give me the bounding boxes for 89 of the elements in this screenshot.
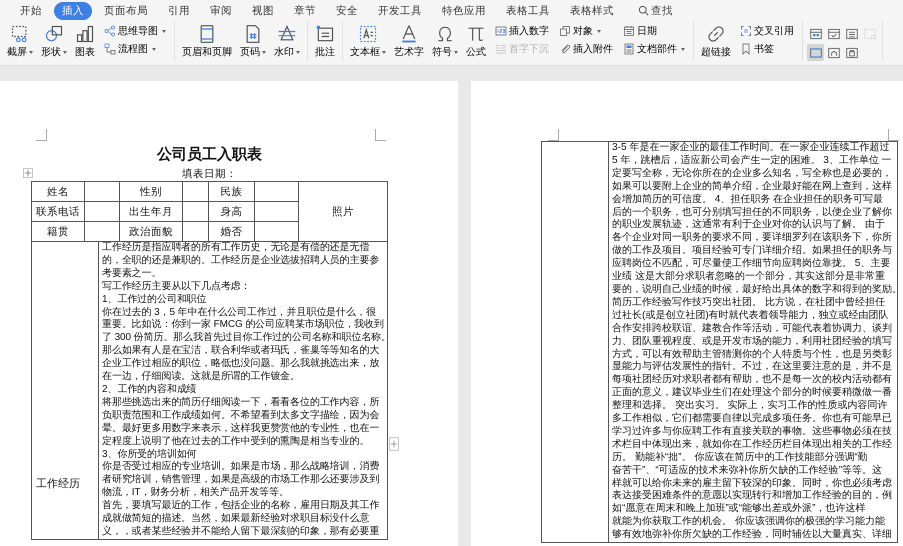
ribbon-button[interactable]: 文本框 <box>347 23 389 60</box>
date-label: 填表日期： <box>181 167 238 181</box>
ribbon-tab[interactable]: 特色应用 <box>434 2 494 20</box>
comment-icon <box>315 24 335 44</box>
experience-text: 工作经历是指应聘者的所有工作历史，无论是有偿的还是无偿 的，全职的还是兼职的。工作经历是企业选拔招聘人员的主要参 考要素之一。 写工作经历主要从以下几点考虑： 1、工作过的公司和职位 你在过去的 3，5 年中在什么公司工作过，并且职位是什么，很 重要。比如说：你到一家 FMCG 的公司应聘某市场职位，我收到 了 300 份简历。那么我首先过目你工作过的公司名称和职位名称。 那么如果有人是在宝洁，联合利华或者玛氏，雀巢等等知名的大 企业工作过相应的职位，略低也没问题。那么我就挑选出来，放 在一边，仔细阅读。这就是所谓的工作镀金。 2、工作的内容和成绩 将那些挑选出来的简历仔细阅读一下，看看各位的工作内容，所 负职责范围和工作成绩如何。不希望看到太多文字描绘，因为会 晕。最好更多用数字来表示，这样我更赞赏他的专业性，也在一 定程度上说明了他在过去的工作中受到的熏陶是相当专业的。 3、你所受的培训如何 你是否受过相应的专业培训。如果是市场，那么战略培训，消费 者研究培训，销售管理，如果是高级的市场工作那么还要涉及到 物流，IT，财务分析，相关产品开发等等。 首先，要填写最近的工作，包括企业的名称，雇用日期及其工作 成就做简短的描述。当然，如果最新经验对求职目标没什么意 义，，或者某些经验并不能给人留下最深刻的印象，那有必要重 <box>98 242 388 540</box>
ribbon-button[interactable]: 截屏 <box>4 23 36 60</box>
ribbon-tab[interactable]: 安全 <box>328 2 366 20</box>
ribbon-tab[interactable]: 章节 <box>286 2 324 20</box>
caret-icon <box>296 50 300 54</box>
layout-icon <box>844 46 858 60</box>
move-handle-icon[interactable] <box>23 168 33 178</box>
caret-icon <box>382 50 386 54</box>
number-icon <box>495 25 507 37</box>
text-box-icon <box>358 24 378 44</box>
ribbon-button[interactable]: 艺术字 <box>391 23 427 60</box>
ribbon-tab[interactable]: 视图 <box>244 2 282 20</box>
bookmark-icon <box>740 43 752 55</box>
ribbon-button[interactable]: 公式 <box>463 23 489 60</box>
ribbon-button[interactable]: 页码 <box>237 23 269 60</box>
calendar-icon <box>623 25 635 37</box>
bracket-icon <box>740 25 752 37</box>
ribbon-button[interactable]: 插入数字 <box>493 23 551 39</box>
search-icon <box>638 5 649 16</box>
caret-icon <box>63 50 67 54</box>
table-cell: 民族 <box>208 182 254 202</box>
layout-icon <box>808 26 822 40</box>
ribbon-button[interactable]: 日期 <box>621 23 687 39</box>
ribbon-button[interactable]: 交叉引用 <box>738 23 796 39</box>
layout-button[interactable] <box>807 44 824 61</box>
mind-map-icon <box>104 25 116 37</box>
shapes-icon <box>44 24 64 44</box>
experience-text: 3-5 年是在一家企业的最佳工作时间。在一家企业连续工作超过 5 年，跳槽后，适应新公司会产生一定的困难。 3、工作单位 一 定要写全称，无论你所在的企业多么知名，写全称也是必要的， 如果可以要附上企业的简单介绍，企业最好能在网上查到，这样 会增加简历的可信度。 4、担任职务 在企业担任的职务可写最 后的一个职务，也可分别填写担任的不同职务，以便企业了解你 的职业发展轨迹，这通常有利于企业对你的认识与了解。 由于 各个企业对同一职务的要求不同，要详细罗列在该职务下，你所 做的工作及项目。项目经验可专门详细介绍。如果担任的职务与 应聘岗位不匹配，可尽量使工作细节向应聘岗位靠拢。 5、主要 业绩 这是大部分求职者忽略的一个部分，其实这部分是非常重 要的，说明自己业绩的时候，最好给出具体的数字和得到的奖励。 简历工作经验写作技巧突出社团。 比方说，在社团中曾经担任 过社长(或是创立社团)有时就代表着领导能力，独立或经由团队 合作安排跨校联谊、建教合作等活动，可能代表着协调力、谈判 力、团队重视程度、或是开发市场的能力，利用社团经验的填写 方式，可以有效帮助主管猜测你的个人特质与个性，也是另类彰 显能力与评估发展性的指针。不过，在这里要注意的是，并不是 每项社团经历对求职者都有帮助，也不是每一次的校内活动都有 正面的意义，建议毕业生们在处理这个部分的时候要稍微做一番 整理和选择。 突出实习。 实际上，实习工作的性质或内容同许 多工作相似，它们都需要自律以完成多项任务。你也有可能早已 学习过许多与你应聘工作有直接关联的事物。这些事物必须在技 术栏目中体现出来，就如你在工作经历栏目体现出相关的工作经 历。 勤能补“拙”。 你应该在简历中的工作技能部分强调“勤 奋苦干”、“可适应的技术来弥补你所欠缺的工作经验”等等。这 样就可以给你未来的雇主留下较深的印象。同时，你也必须考虑 表达接受困难条件的意愿以实现转行和增加工作经验的目的，例 如“愿意在周末和晚上加班”或“能够出差或外派”，也许这样 就能为你获取工作的机会。 你应该强调你的极强的学习能力能 够有效地弥补你所欠缺的工作经验，同时辅佐以大量真实、详细 <box>608 142 898 543</box>
table-cell: 婚否 <box>208 222 254 242</box>
ribbon-tab[interactable]: 插入 <box>54 2 92 20</box>
document-icon <box>623 43 635 55</box>
caret-icon <box>681 48 685 50</box>
ribbon-button[interactable]: 书签 <box>738 41 796 57</box>
crop-mark-icon <box>375 129 386 141</box>
ribbon-button[interactable]: 插入附件 <box>557 41 615 57</box>
crop-mark-icon <box>36 129 47 141</box>
table-cell: 政治面貌 <box>120 222 182 242</box>
caret-icon <box>29 50 33 54</box>
layout-icon <box>862 26 876 40</box>
crop-mark-icon <box>888 129 899 141</box>
caret-icon <box>152 48 156 50</box>
table-cell: 姓名 <box>32 182 84 202</box>
link-icon <box>706 24 726 44</box>
crop-mark-icon <box>548 129 559 141</box>
bar-chart-icon <box>75 24 95 44</box>
layout-icon <box>826 46 840 60</box>
ribbon-button[interactable]: 形状 <box>38 23 70 60</box>
ribbon-tab[interactable]: 开发工具 <box>370 2 430 20</box>
caret-icon <box>597 30 601 32</box>
caret-icon <box>454 50 458 54</box>
ribbon-button[interactable]: 文档部件 <box>621 41 687 57</box>
layout-icon <box>844 26 858 40</box>
paperclip-icon <box>559 43 571 55</box>
ribbon-button[interactable]: 图表 <box>72 23 98 60</box>
ribbon-button[interactable]: 水印 <box>271 23 303 60</box>
photo-cell: 照片 <box>298 182 388 242</box>
ribbon-button[interactable]: 页眉和页脚 <box>179 23 235 60</box>
ribbon-button[interactable]: 流程图 <box>102 41 168 57</box>
table-cell: 性别 <box>120 182 182 202</box>
ribbon-tab[interactable]: 表格工具 <box>498 2 558 20</box>
ribbon-tab[interactable]: 开始 <box>12 2 50 20</box>
object-icon <box>559 25 571 37</box>
ribbon-button[interactable]: 批注 <box>312 23 338 60</box>
layout-icon <box>826 26 840 40</box>
table-cell: 身高 <box>208 202 254 222</box>
ribbon-button[interactable]: 符号 <box>429 23 461 60</box>
table-cell: 籍贯 <box>32 222 84 242</box>
ribbon-button[interactable]: 对象 <box>557 23 615 39</box>
caret-icon <box>262 50 266 54</box>
ribbon-tab[interactable]: 引用 <box>160 2 198 20</box>
ribbon-button[interactable]: 超链接 <box>698 23 734 60</box>
form-title: 公司员工入职表 <box>156 144 263 165</box>
search-button[interactable]: 查找 <box>632 2 679 18</box>
ribbon-tab[interactable]: 表格样式 <box>562 2 622 20</box>
ribbon-tab[interactable]: 页面布局 <box>96 2 156 20</box>
ribbon-tab[interactable]: 审阅 <box>202 2 240 20</box>
table-cell: 工作经历 <box>32 242 98 540</box>
flowchart-icon <box>104 43 116 55</box>
caret-icon <box>162 30 166 32</box>
drop-cap-icon <box>495 43 507 55</box>
layout-icon <box>808 46 822 60</box>
table-cell: 联系电话 <box>32 202 84 222</box>
plus-icon[interactable] <box>389 437 399 451</box>
ribbon-button[interactable]: 思维导图 <box>102 23 168 39</box>
table-cell: 出生年月 <box>120 202 182 222</box>
